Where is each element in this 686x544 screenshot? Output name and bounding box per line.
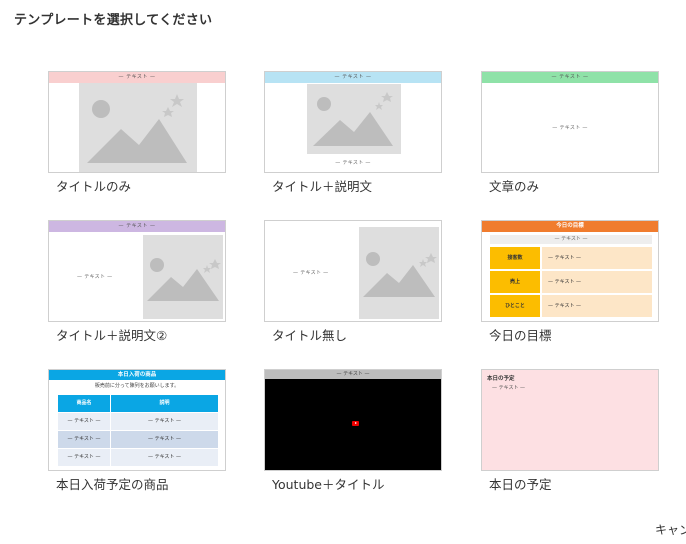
table-cell: — テキスト — — [58, 449, 110, 466]
template-thumbnail: — テキスト — — テキスト — — [264, 71, 442, 173]
template-label: タイトル無し — [272, 328, 348, 343]
template-thumbnail: — テキスト — — [264, 220, 442, 322]
goal-row: 売上 — テキスト — — [490, 271, 652, 293]
thumb-title-bar: — テキスト — — [49, 221, 225, 232]
template-label: 文章のみ — [489, 179, 540, 194]
template-label: タイトル＋説明文② — [56, 328, 168, 343]
template-card-youtube-title[interactable]: — テキスト — Youtube＋タイトル — [264, 369, 442, 492]
template-thumbnail: — テキスト — — [264, 369, 442, 471]
template-label: タイトルのみ — [56, 179, 132, 194]
template-card-title-desc[interactable]: — テキスト — — テキスト — タイトル＋説明文 — [264, 71, 442, 194]
table-row: — テキスト — — テキスト — — [58, 413, 218, 430]
goal-row-value: — テキスト — — [542, 295, 652, 317]
thumb-title-bar: — テキスト — — [482, 72, 658, 83]
goal-row: 接客数 — テキスト — — [490, 247, 652, 269]
table-row: — テキスト — — テキスト — — [58, 431, 218, 448]
template-card-todays-goal[interactable]: 今日の目標 — テキスト — 接客数 — テキスト — 売上 — テキスト — … — [481, 220, 659, 343]
image-placeholder-icon — [359, 227, 439, 319]
thumb-body-text: — テキスト — — [552, 125, 588, 131]
table-cell: — テキスト — — [111, 413, 218, 430]
image-placeholder-icon — [79, 83, 197, 172]
template-thumbnail: 本日入荷の商品 販売前に分って陳列をお願いします。 商品名 説明 — テキスト … — [48, 369, 226, 471]
goal-row: ひとこと — テキスト — — [490, 295, 652, 317]
thumb-caption-text: — テキスト — — [335, 160, 371, 166]
template-card-text-only[interactable]: — テキスト — — テキスト — 文章のみ — [481, 71, 659, 194]
goal-row-value: — テキスト — — [542, 271, 652, 293]
table-cell: — テキスト — — [111, 449, 218, 466]
table-cell: — テキスト — — [111, 431, 218, 448]
table-header-cell: 商品名 — [58, 395, 110, 412]
table-cell: — テキスト — — [58, 431, 110, 448]
image-placeholder-icon — [143, 235, 223, 319]
arrival-header: 本日入荷の商品 — [49, 370, 225, 380]
goal-row-key: 売上 — [490, 271, 540, 293]
goal-header: 今日の目標 — [482, 221, 658, 232]
template-card-arrival-items[interactable]: 本日入荷の商品 販売前に分って陳列をお願いします。 商品名 説明 — テキスト … — [48, 369, 226, 492]
template-thumbnail: 今日の目標 — テキスト — 接客数 — テキスト — 売上 — テキスト — … — [481, 220, 659, 322]
goal-row-key: 接客数 — [490, 247, 540, 269]
dialog-title: テンプレートを選択してください — [14, 13, 213, 28]
template-card-title-only[interactable]: — テキスト — タイトルのみ — [48, 71, 226, 194]
goal-subtitle: — テキスト — — [490, 235, 652, 244]
template-thumbnail: 本日の予定 — テキスト — — [481, 369, 659, 471]
thumb-title-bar: — テキスト — — [49, 72, 225, 83]
template-label: タイトル＋説明文 — [272, 179, 373, 194]
goal-row-value: — テキスト — — [542, 247, 652, 269]
goal-row-key: ひとこと — [490, 295, 540, 317]
image-placeholder-icon — [307, 84, 401, 154]
youtube-play-icon — [352, 421, 359, 426]
thumb-body-text: — テキスト — — [492, 385, 526, 391]
thumb-title-bar: — テキスト — — [265, 72, 441, 83]
template-thumbnail: — テキスト — — テキスト — — [481, 71, 659, 173]
video-area — [265, 379, 441, 470]
template-label: 本日入荷予定の商品 — [56, 477, 169, 492]
table-cell: — テキスト — — [58, 413, 110, 430]
template-card-title-desc-2[interactable]: — テキスト — — テキスト — タイトル＋説明文② — [48, 220, 226, 343]
template-thumbnail: — テキスト — — テキスト — — [48, 220, 226, 322]
thumb-title-bar: — テキスト — — [265, 370, 441, 379]
template-card-todays-plan[interactable]: 本日の予定 — テキスト — 本日の予定 — [481, 369, 659, 492]
table-header-cell: 説明 — [111, 395, 218, 412]
cancel-button[interactable]: キャン — [655, 521, 686, 538]
template-label: 本日の予定 — [489, 477, 552, 492]
arrival-note: 販売前に分って陳列をお願いします。 — [94, 383, 180, 389]
arrival-table: 商品名 説明 — テキスト — — テキスト — — テキスト — — テキスト… — [58, 395, 218, 467]
plan-title: 本日の予定 — [487, 376, 515, 382]
table-row: — テキスト — — テキスト — — [58, 449, 218, 466]
template-thumbnail: — テキスト — — [48, 71, 226, 173]
thumb-body-text: — テキスト — — [293, 270, 329, 276]
template-label: Youtube＋タイトル — [272, 477, 385, 492]
table-header-row: 商品名 説明 — [58, 395, 218, 412]
template-label: 今日の目標 — [489, 328, 552, 343]
thumb-body-text: — テキスト — — [77, 274, 113, 280]
template-card-no-title[interactable]: — テキスト — タイトル無し — [264, 220, 442, 343]
